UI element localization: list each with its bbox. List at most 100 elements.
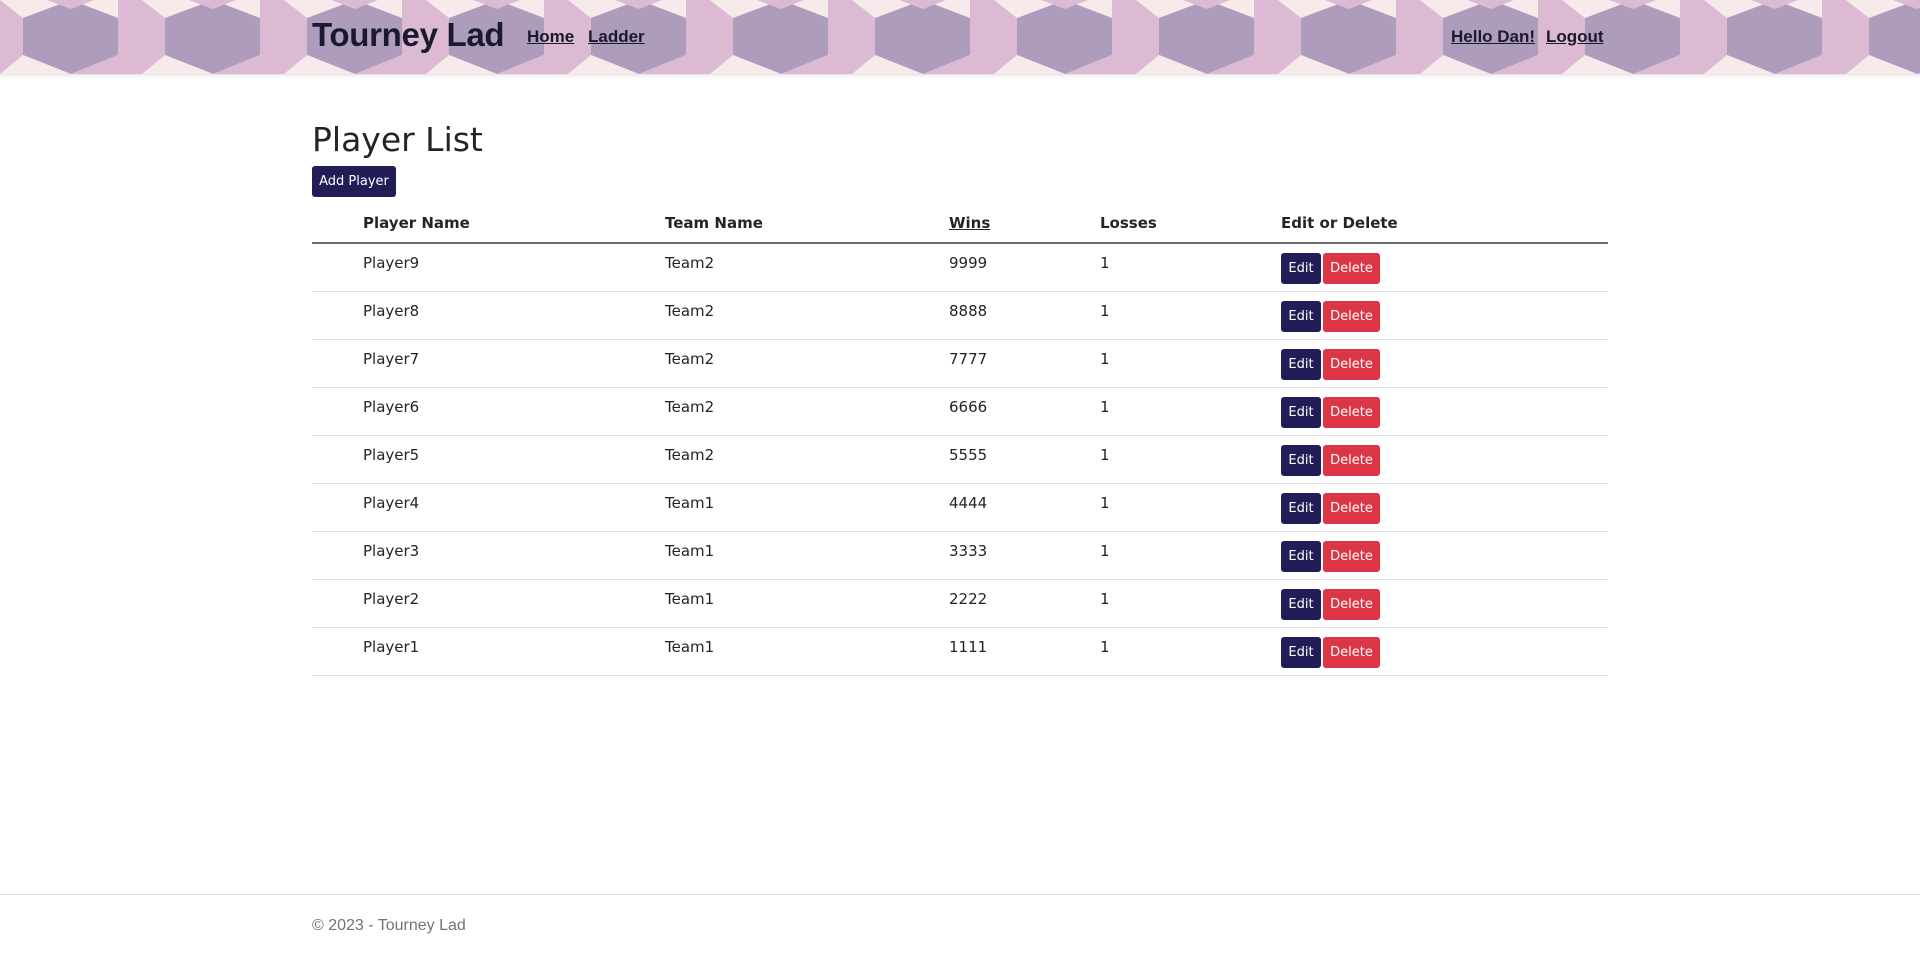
row-actions: Edit Delete — [1281, 580, 1608, 620]
losses-cell: 1 — [1100, 339, 1281, 388]
edit-button[interactable]: Edit — [1281, 397, 1321, 428]
header-losses: Losses — [1100, 204, 1281, 244]
header-team-name: Team Name — [665, 204, 949, 244]
row-actions: Edit Delete — [1281, 628, 1608, 668]
wins-value: 2222 — [949, 590, 988, 608]
player-name: Player7 — [363, 350, 420, 368]
player-name-cell: Player1 — [363, 627, 665, 676]
table-row: Player2 Team1 2222 1 Edit Delete — [312, 579, 1608, 628]
site-footer: © 2023 - Tourney Lad — [0, 894, 1920, 956]
player-name-cell: Player4 — [363, 483, 665, 532]
brand-link[interactable]: Tourney Lad — [312, 16, 505, 54]
row-spacer — [312, 579, 363, 628]
team-name: Team1 — [665, 494, 715, 512]
team-name-cell: Team2 — [665, 243, 949, 292]
edit-button[interactable]: Edit — [1281, 253, 1321, 284]
sort-by-wins-link[interactable]: Wins — [949, 214, 990, 232]
row-actions: Edit Delete — [1281, 340, 1608, 380]
losses-cell: 1 — [1100, 243, 1281, 292]
wins-cell: 9999 — [949, 243, 1100, 292]
wins-cell: 7777 — [949, 339, 1100, 388]
delete-button[interactable]: Delete — [1323, 301, 1380, 332]
losses-cell: 1 — [1100, 531, 1281, 580]
actions-cell: Edit Delete — [1281, 531, 1608, 580]
site-header: Tourney Lad Home Ladder Hello Dan! Logou… — [0, 0, 1920, 75]
losses-value: 1 — [1100, 638, 1110, 656]
table-row: Player3 Team1 3333 1 Edit Delete — [312, 531, 1608, 580]
edit-button[interactable]: Edit — [1281, 637, 1321, 668]
player-name: Player5 — [363, 446, 420, 464]
wins-value: 1111 — [949, 638, 988, 656]
losses-value: 1 — [1100, 350, 1110, 368]
team-name: Team1 — [665, 542, 715, 560]
team-name: Team2 — [665, 302, 715, 320]
player-name: Player8 — [363, 302, 420, 320]
losses-cell: 1 — [1100, 387, 1281, 436]
edit-button[interactable]: Edit — [1281, 589, 1321, 620]
team-name: Team1 — [665, 590, 715, 608]
row-spacer — [312, 627, 363, 676]
team-name-cell: Team1 — [665, 627, 949, 676]
delete-button[interactable]: Delete — [1323, 589, 1380, 620]
losses-value: 1 — [1100, 302, 1110, 320]
logout-link[interactable]: Logout — [1546, 27, 1604, 47]
actions-cell: Edit Delete — [1281, 483, 1608, 532]
row-spacer — [312, 483, 363, 532]
edit-button[interactable]: Edit — [1281, 493, 1321, 524]
wins-value: 3333 — [949, 542, 988, 560]
header-player-name: Player Name — [363, 204, 665, 244]
player-name: Player6 — [363, 398, 420, 416]
team-name: Team2 — [665, 254, 715, 272]
delete-button[interactable]: Delete — [1323, 445, 1380, 476]
table-row: Player1 Team1 1111 1 Edit Delete — [312, 627, 1608, 676]
team-name-cell: Team2 — [665, 435, 949, 484]
row-actions: Edit Delete — [1281, 532, 1608, 572]
edit-button[interactable]: Edit — [1281, 541, 1321, 572]
wins-cell: 3333 — [949, 531, 1100, 580]
edit-button[interactable]: Edit — [1281, 301, 1321, 332]
edit-button[interactable]: Edit — [1281, 349, 1321, 380]
header-actions: Edit or Delete — [1281, 204, 1608, 244]
losses-value: 1 — [1100, 254, 1110, 272]
nav-ladder-link[interactable]: Ladder — [588, 27, 645, 47]
add-player-button[interactable]: Add Player — [312, 166, 396, 197]
losses-cell: 1 — [1100, 483, 1281, 532]
team-name-cell: Team1 — [665, 579, 949, 628]
losses-cell: 1 — [1100, 627, 1281, 676]
row-spacer — [312, 243, 363, 292]
wins-value: 9999 — [949, 254, 988, 272]
player-name: Player1 — [363, 638, 420, 656]
team-name-cell: Team1 — [665, 531, 949, 580]
delete-button[interactable]: Delete — [1323, 541, 1380, 572]
table-row: Player6 Team2 6666 1 Edit Delete — [312, 387, 1608, 436]
table-row: Player7 Team2 7777 1 Edit Delete — [312, 339, 1608, 388]
edit-button[interactable]: Edit — [1281, 445, 1321, 476]
delete-button[interactable]: Delete — [1323, 349, 1380, 380]
actions-cell: Edit Delete — [1281, 291, 1608, 340]
nav-home-link[interactable]: Home — [527, 27, 574, 47]
wins-value: 7777 — [949, 350, 988, 368]
delete-button[interactable]: Delete — [1323, 493, 1380, 524]
player-name: Player4 — [363, 494, 420, 512]
delete-button[interactable]: Delete — [1323, 637, 1380, 668]
player-name: Player3 — [363, 542, 420, 560]
wins-value: 6666 — [949, 398, 988, 416]
row-spacer — [312, 291, 363, 340]
wins-value: 5555 — [949, 446, 988, 464]
player-table: Player Name Team Name Wins Losses Edit o… — [312, 204, 1608, 676]
table-row: Player4 Team1 4444 1 Edit Delete — [312, 483, 1608, 532]
footer-copyright: © 2023 - Tourney Lad — [312, 917, 466, 934]
losses-value: 1 — [1100, 542, 1110, 560]
player-name-cell: Player9 — [363, 243, 665, 292]
header-wins: Wins — [949, 204, 1100, 244]
row-spacer — [312, 435, 363, 484]
delete-button[interactable]: Delete — [1323, 253, 1380, 284]
row-spacer — [312, 531, 363, 580]
team-name-cell: Team2 — [665, 339, 949, 388]
table-row: Player5 Team2 5555 1 Edit Delete — [312, 435, 1608, 484]
row-actions: Edit Delete — [1281, 292, 1608, 332]
delete-button[interactable]: Delete — [1323, 397, 1380, 428]
player-name-cell: Player6 — [363, 387, 665, 436]
wins-cell: 1111 — [949, 627, 1100, 676]
user-greeting-link[interactable]: Hello Dan! — [1451, 27, 1535, 47]
